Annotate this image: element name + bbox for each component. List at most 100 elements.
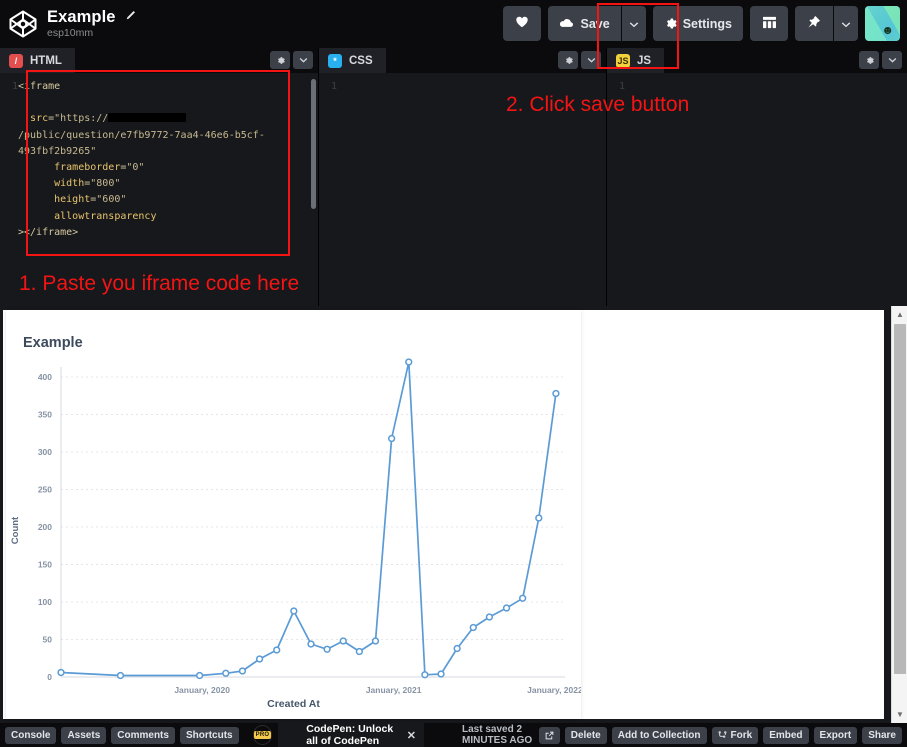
tab-html[interactable]: / HTML bbox=[0, 48, 75, 73]
caret-down-icon[interactable]: ▼ bbox=[892, 707, 907, 722]
chart-data-point bbox=[240, 668, 246, 674]
shortcuts-button[interactable]: Shortcuts bbox=[180, 727, 239, 744]
css-collapse-button[interactable] bbox=[581, 51, 601, 69]
annotation-step-2: 2. Click save button bbox=[506, 93, 689, 117]
pin-dropdown-button[interactable] bbox=[834, 6, 858, 41]
pencil-icon[interactable] bbox=[125, 9, 136, 26]
chevron-down-icon bbox=[841, 17, 851, 31]
redacted-host bbox=[108, 113, 186, 122]
chevron-down-icon bbox=[629, 17, 639, 31]
pen-author[interactable]: esp10mm bbox=[47, 28, 136, 39]
pen-title-block: Example esp10mm bbox=[47, 9, 136, 40]
html-pane-controls bbox=[270, 51, 313, 69]
embed-button[interactable]: Embed bbox=[763, 727, 808, 744]
css-lang-icon: * bbox=[328, 54, 342, 68]
chart-x-tick: January, 2020 bbox=[174, 685, 230, 695]
css-gutter: 1 bbox=[319, 73, 341, 306]
close-icon[interactable]: ✕ bbox=[407, 729, 416, 742]
chart-data-point bbox=[520, 595, 526, 601]
pro-badge-icon[interactable]: PRO bbox=[253, 725, 273, 745]
js-collapse-button[interactable] bbox=[882, 51, 902, 69]
save-dropdown-button[interactable] bbox=[622, 6, 646, 41]
css-code[interactable] bbox=[319, 73, 606, 79]
css-pane-header: * CSS bbox=[319, 48, 606, 73]
editor-panes: / HTML 1 <iframe src="https:///public/qu… bbox=[0, 48, 907, 306]
chart-x-tick: January, 2021 bbox=[366, 685, 422, 695]
settings-button-label: Settings bbox=[683, 17, 732, 31]
delete-button[interactable]: Delete bbox=[565, 727, 607, 744]
chart-card: Example 050100150200250300350400January,… bbox=[6, 310, 581, 719]
codepen-editor-window: Example esp10mm bbox=[0, 0, 907, 747]
html-pane: / HTML 1 <iframe src="https:///public/qu… bbox=[0, 48, 318, 306]
js-pane-header: JS JS bbox=[607, 48, 907, 73]
html-settings-button[interactable] bbox=[270, 51, 290, 69]
js-code[interactable] bbox=[607, 73, 907, 79]
open-external-button[interactable] bbox=[539, 727, 560, 744]
chart-svg: 050100150200250300350400January, 2020Jan… bbox=[6, 310, 581, 719]
js-pane-controls bbox=[859, 51, 902, 69]
pin-button[interactable] bbox=[795, 6, 833, 41]
caret-up-icon[interactable]: ▲ bbox=[892, 307, 907, 322]
html-collapse-button[interactable] bbox=[293, 51, 313, 69]
export-button[interactable]: Export bbox=[814, 727, 858, 744]
save-button-label: Save bbox=[580, 17, 609, 31]
chart-y-tick: 250 bbox=[38, 485, 52, 495]
chart-data-point bbox=[406, 359, 412, 365]
chart-data-point bbox=[438, 671, 444, 677]
chart-y-tick: 300 bbox=[38, 447, 52, 457]
css-settings-button[interactable] bbox=[558, 51, 578, 69]
preview-scrollbar[interactable]: ▲ ▼ bbox=[891, 306, 907, 723]
layout-grid-icon bbox=[762, 16, 777, 32]
settings-button[interactable]: Settings bbox=[653, 6, 743, 41]
chart-data-point bbox=[324, 646, 330, 652]
save-button-group: Save bbox=[548, 6, 645, 41]
chart-data-point bbox=[308, 641, 314, 647]
css-pane: * CSS 1 bbox=[318, 48, 606, 306]
chart-data-point bbox=[487, 614, 493, 620]
chart-series-line bbox=[61, 362, 556, 676]
line-chart-plot: 050100150200250300350400January, 2020Jan… bbox=[6, 310, 581, 719]
save-button[interactable]: Save bbox=[548, 6, 620, 41]
tab-css[interactable]: * CSS bbox=[319, 48, 386, 73]
chart-y-tick: 150 bbox=[38, 560, 52, 570]
page-title: Example bbox=[47, 9, 116, 26]
html-code-scrollbar[interactable] bbox=[311, 79, 316, 209]
chart-x-tick: January, 2022 bbox=[527, 685, 581, 695]
codepen-cube-icon[interactable] bbox=[8, 9, 38, 39]
promo-banner[interactable]: CodePen: Unlock all of CodePen ✕ bbox=[278, 723, 424, 747]
annotation-step-1: 1. Paste you iframe code here bbox=[19, 272, 299, 296]
chart-data-point bbox=[454, 646, 460, 652]
chart-data-point bbox=[118, 673, 124, 679]
preview-scrollbar-thumb[interactable] bbox=[894, 324, 906, 674]
chart-data-point bbox=[58, 670, 64, 676]
heart-icon bbox=[515, 15, 529, 32]
avatar[interactable]: ☻ bbox=[865, 6, 900, 41]
top-toolbar: Example esp10mm bbox=[0, 0, 907, 48]
last-saved-status: Last saved 2 MINUTES AGO bbox=[462, 724, 534, 746]
console-button[interactable]: Console bbox=[5, 727, 56, 744]
html-code[interactable]: <iframe src="https:///public/question/e7… bbox=[0, 73, 318, 241]
cloud-icon bbox=[559, 18, 574, 29]
tab-js[interactable]: JS JS bbox=[607, 48, 664, 73]
chart-y-tick: 400 bbox=[38, 372, 52, 382]
comments-button[interactable]: Comments bbox=[111, 727, 175, 744]
fork-button[interactable]: Fork bbox=[712, 727, 759, 744]
chart-data-point bbox=[223, 670, 229, 676]
share-button[interactable]: Share bbox=[862, 727, 902, 744]
pin-button-group bbox=[795, 6, 858, 41]
add-to-collection-button[interactable]: Add to Collection bbox=[612, 727, 707, 744]
chart-data-point bbox=[197, 673, 203, 679]
html-lang-icon: / bbox=[9, 54, 23, 68]
assets-button[interactable]: Assets bbox=[61, 727, 106, 744]
layout-button[interactable] bbox=[750, 6, 788, 41]
preview-canvas: Example 050100150200250300350400January,… bbox=[3, 310, 884, 719]
heart-button[interactable] bbox=[503, 6, 541, 41]
chart-x-axis-label: Created At bbox=[6, 698, 581, 710]
tab-html-label: HTML bbox=[30, 55, 62, 67]
bottom-toolbar: Console Assets Comments Shortcuts PRO Co… bbox=[0, 723, 907, 747]
chart-y-axis-label: Count bbox=[10, 517, 21, 544]
html-pane-header: / HTML bbox=[0, 48, 318, 73]
pin-icon bbox=[807, 15, 821, 32]
js-settings-button[interactable] bbox=[859, 51, 879, 69]
bottom-right-actions: Delete Add to Collection Fork Embed Expo… bbox=[534, 727, 907, 744]
